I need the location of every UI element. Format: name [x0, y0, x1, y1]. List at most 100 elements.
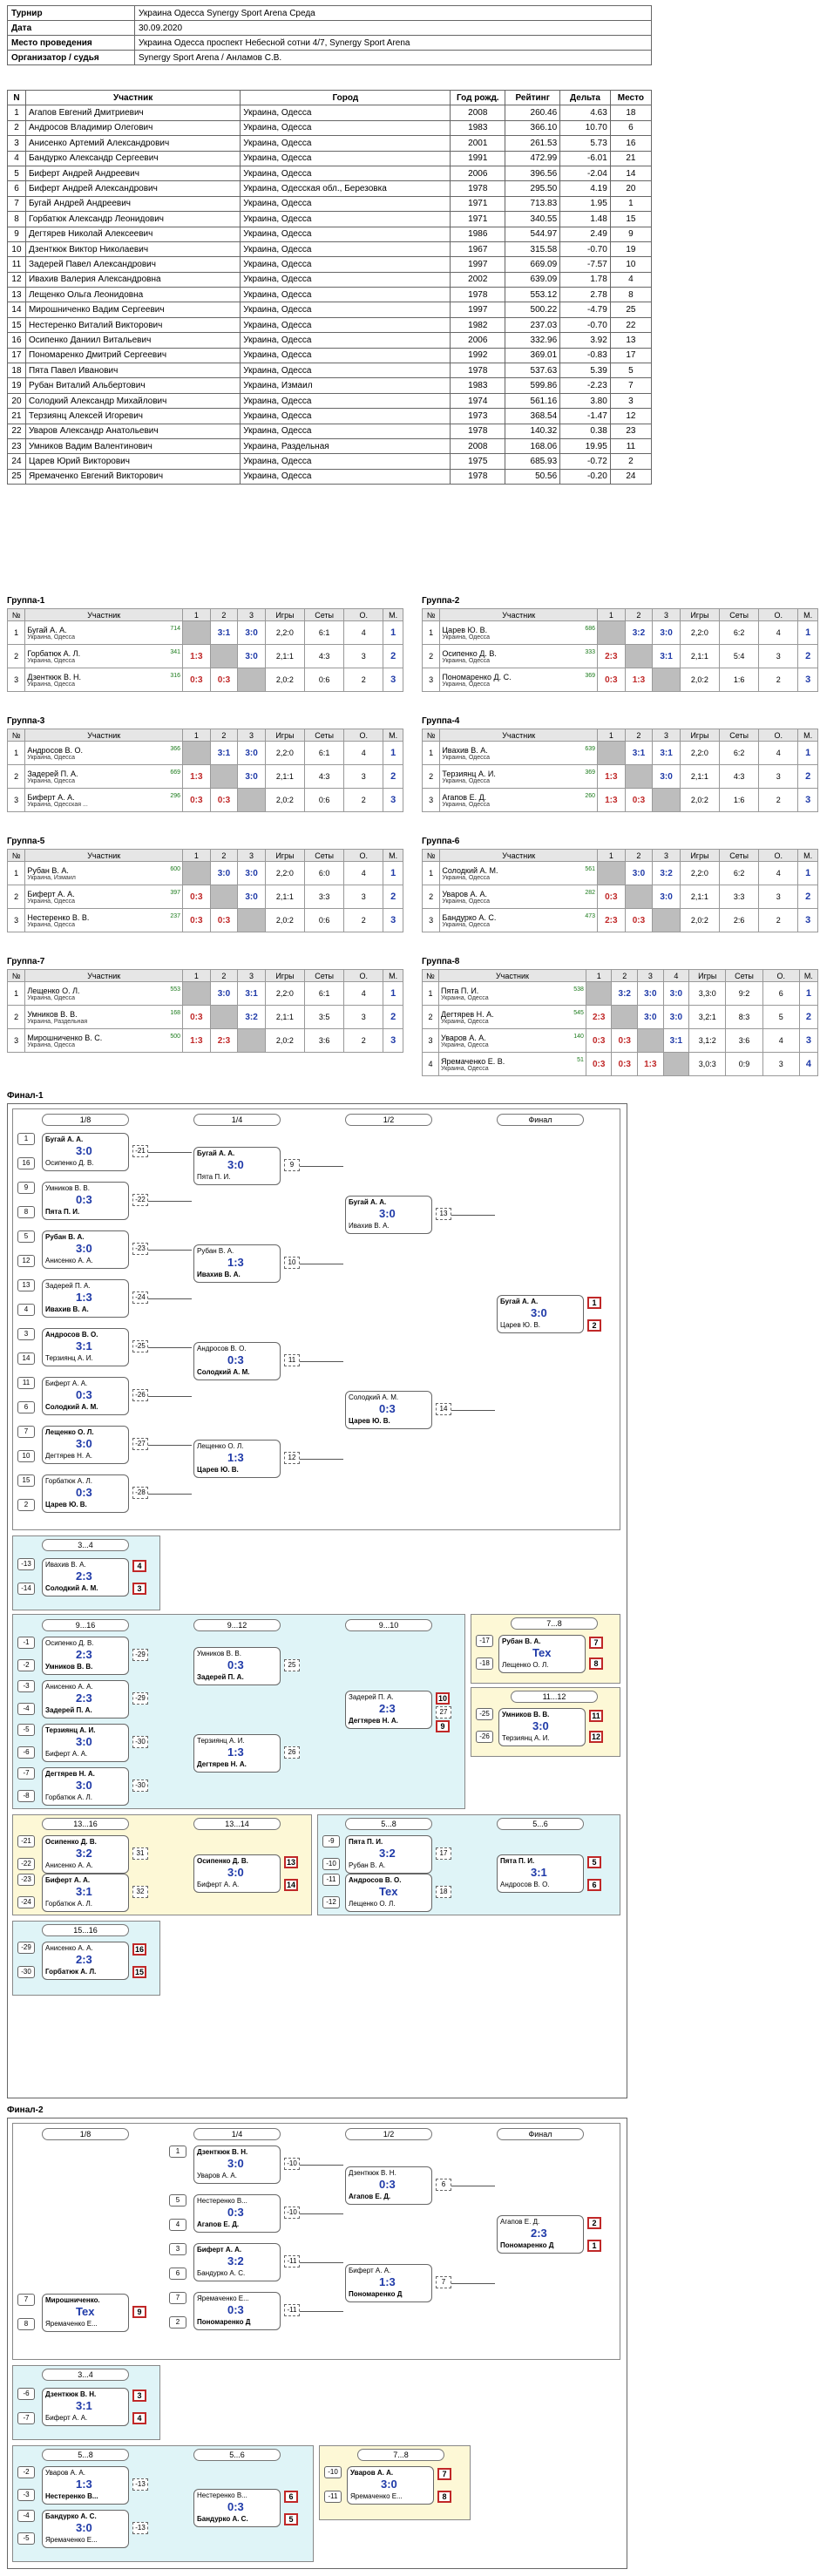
player-rating: 714: [170, 625, 181, 632]
match-number: 7: [436, 2276, 451, 2288]
player-cell: 473 Бандурко А. С. Украина, Одесса: [439, 908, 599, 932]
games-value: 3,0:3: [688, 1052, 727, 1076]
match-result: 1:3: [182, 1028, 211, 1053]
sets-value: 2:6: [719, 908, 760, 932]
round-header: 3...4: [42, 1539, 129, 1551]
table-row: 3 Анисенко Артемий Александрович Украина, …: [7, 135, 653, 152]
match-number: -13: [132, 2478, 148, 2491]
seed-number: -11: [324, 2491, 342, 2503]
bracket-match: Дзенткюк В. Н. 0:3 Агапов Е. Д.: [345, 2166, 432, 2205]
place-badge: 7: [437, 2468, 451, 2480]
match-player-b: Биферт А. А.: [45, 2414, 88, 2422]
bracket-match: Рубан В. А. 1:3 Ивахив В. А.: [193, 1244, 281, 1283]
match-result: 2:3: [597, 908, 626, 932]
group-col-header: Игры: [679, 849, 721, 862]
bracket-match: Бугай А. А. 3:0 Осипенко Д. В.: [42, 1133, 129, 1171]
match-number: 18: [436, 1886, 451, 1898]
table-header-row: N Участник Город Год рожд. Рейтинг Дельт…: [7, 89, 653, 106]
group-table: Группа-6 № Участник 1 2 3 Игры Сеты О. М. 1 561 Соло…: [421, 837, 818, 932]
player-region: Украина, Одесса: [27, 1041, 76, 1048]
round-header: 1/8: [42, 2128, 129, 2140]
place-value: 1: [383, 981, 403, 1006]
match-score: 1:3: [227, 1746, 244, 1759]
table-cell: Украина, Одесса: [240, 211, 451, 227]
match-player-b: Терзиянц А. И.: [502, 1734, 550, 1742]
table-cell: Андросов Владимир Олегович: [24, 119, 241, 137]
bracket-match: Андросов В. О. Tex Лещенко О. Л.: [345, 1874, 432, 1912]
group-grid: № Участник 1 2 3 Игры Сеты О. М. 1 639 Ивахив В. А.…: [421, 729, 818, 812]
bracket-line: [148, 1201, 192, 1202]
table-cell: 19: [7, 377, 26, 394]
match-number: -30: [132, 1736, 148, 1748]
table-cell: 332.96: [505, 332, 561, 349]
player-name: Царев Ю. В.: [442, 625, 488, 634]
match-result: [585, 981, 613, 1006]
match-score: 3:0: [227, 2157, 244, 2170]
match-player-b: Яремаченко Е...: [45, 2536, 98, 2544]
match-score: 1:3: [76, 2478, 92, 2491]
group-row: 1 366 Андросов В. О. Украина, Одесса 3:1 3:0 2…: [6, 741, 403, 765]
round-header: 7...8: [357, 2449, 444, 2461]
group-col-header: Игры: [679, 729, 721, 742]
match-score: 3:2: [379, 1847, 396, 1860]
match-score: 1:3: [227, 1451, 244, 1464]
info-value: Украина Одесса Synergy Sport Arena Среда: [134, 5, 652, 21]
place-value: 2: [383, 644, 403, 668]
group-col-header: №: [6, 969, 26, 982]
match-score: 1:3: [227, 1256, 244, 1269]
match-result: 3:1: [209, 620, 239, 645]
match-score: 2:3: [76, 1953, 92, 1966]
player-rating: 333: [585, 648, 596, 655]
group-col-header: 1: [182, 969, 211, 982]
seed-number: 6: [17, 1401, 35, 1413]
match-player-a: Андросов В. О.: [45, 1331, 98, 1339]
table-row: 2 Андросов Владимир Олегович Украина, Одес…: [7, 119, 653, 137]
table-cell: 1978: [450, 423, 506, 439]
bracket-match: Биферт А. А. 3:2 Бандурко А. С.: [193, 2243, 281, 2281]
match-number: -11: [284, 2304, 300, 2316]
place-badge: 5: [284, 2513, 298, 2525]
table-cell: -0.83: [559, 347, 611, 364]
seed-number: -17: [476, 1635, 493, 1647]
seed-number: -4: [17, 1703, 35, 1715]
player-rating: 168: [170, 1009, 181, 1016]
group-col-header: Участник: [438, 969, 586, 982]
info-key: Турнир: [7, 5, 135, 21]
group-col-header: 3: [652, 729, 681, 742]
table-cell: 1997: [450, 256, 506, 273]
bracket-line: [148, 1347, 192, 1348]
match-score: 3:2: [76, 1847, 92, 1860]
table-cell: Украина, Одесская обл., Березовка: [240, 180, 451, 197]
match-player-a: Терзиянц А. И.: [45, 1726, 96, 1734]
player-region: Украина, Одесса: [27, 994, 76, 1001]
round-header: 1/2: [345, 2128, 432, 2140]
match-result: 3:0: [652, 764, 681, 789]
table-row: 5 Биферт Андрей Андреевич Украина, Одесса 2…: [7, 165, 653, 182]
bracket-line: [300, 2213, 343, 2214]
place-badge: 6: [284, 2491, 298, 2503]
player-cell: 686 Царев Ю. В. Украина, Одесса: [439, 620, 599, 645]
games-value: 2,1:1: [264, 644, 306, 668]
match-result: 0:3: [611, 1028, 639, 1053]
group-col-header: М.: [383, 969, 403, 982]
seed-number: -2: [17, 1659, 35, 1671]
match-result: 3:0: [637, 1005, 664, 1029]
match-result: 3:0: [209, 861, 239, 885]
points-value: 3: [758, 885, 799, 909]
table-cell: Задерей Павел Александрович: [24, 256, 241, 273]
player-number: 2: [421, 885, 441, 909]
player-rating: 397: [170, 889, 181, 896]
group-col-header: №: [421, 849, 441, 862]
place-badge: 15: [132, 1966, 146, 1978]
match-result: 1:3: [624, 668, 654, 692]
sets-value: 1:6: [719, 788, 760, 812]
group-title: Группа-8: [422, 957, 460, 966]
player-number: 1: [421, 741, 441, 765]
table-cell: 315.58: [505, 241, 561, 258]
match-player-a: Пята П. И.: [500, 1857, 535, 1865]
group-title: Группа-7: [7, 957, 45, 966]
table-row: 1 Агапов Евгений Дмитриевич Украина, Одесс…: [7, 105, 653, 121]
match-result: 0:3: [182, 1005, 211, 1029]
group-col-header: Игры: [264, 969, 306, 982]
group-header-row: № Участник 1 2 3 Игры Сеты О. М.: [6, 729, 403, 742]
